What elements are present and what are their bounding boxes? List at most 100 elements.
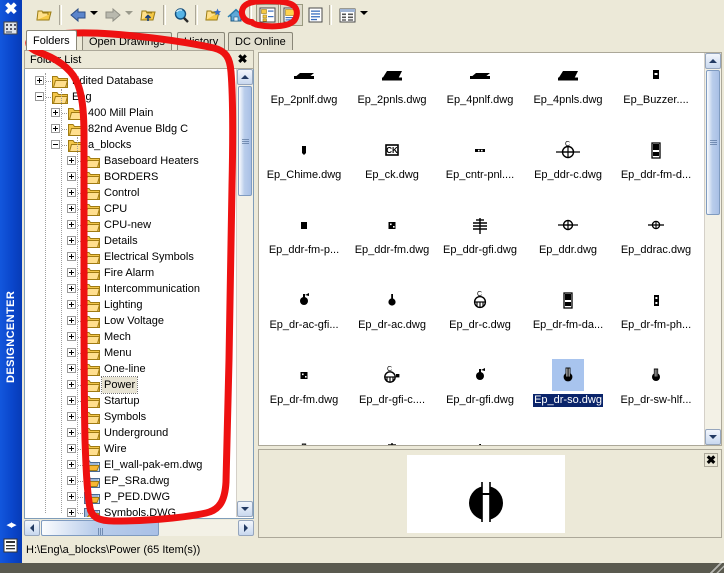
tree-item[interactable]: Low Voltage xyxy=(25,313,237,329)
file-list-item-partial[interactable] xyxy=(613,434,699,445)
tree-vertical-scrollbar[interactable] xyxy=(236,69,253,517)
expand-icon[interactable] xyxy=(67,268,76,277)
tree-item[interactable]: Control xyxy=(25,185,237,201)
file-list-item[interactable]: C Ep_dr-gfi-c.... xyxy=(349,359,435,407)
expand-icon[interactable] xyxy=(35,76,44,85)
tab-dc-online[interactable]: DC Online xyxy=(228,32,293,50)
expand-icon[interactable] xyxy=(67,444,76,453)
tree-scroll-up-button[interactable] xyxy=(237,69,253,85)
up-button[interactable] xyxy=(136,4,159,26)
tree-horizontal-scrollbar[interactable] xyxy=(24,520,254,536)
favorites-button[interactable] xyxy=(202,4,225,26)
back-dropdown-arrow-icon[interactable] xyxy=(90,11,98,19)
tree-item[interactable]: Eng xyxy=(25,89,237,105)
tree-item[interactable]: Startup xyxy=(25,393,237,409)
tree-item[interactable]: One-line xyxy=(25,361,237,377)
file-list-item-partial[interactable] xyxy=(261,434,347,445)
content-file-list[interactable]: Ep_2pnlf.dwg Ep_2pnls.dwg Ep_4pnlf.dwg Ep_4… xyxy=(258,52,722,446)
tree-item[interactable]: 82nd Avenue Bldg C xyxy=(25,121,237,137)
expand-icon[interactable] xyxy=(67,492,76,501)
expand-icon[interactable] xyxy=(67,172,76,181)
file-list-item[interactable]: Ep_dr-sw-hlf... xyxy=(613,359,699,407)
close-icon[interactable]: ✖ xyxy=(2,1,20,19)
expand-icon[interactable] xyxy=(51,108,60,117)
preview-toggle[interactable] xyxy=(280,4,303,26)
file-list-item[interactable]: Ep_dr-ac.dwg xyxy=(349,284,435,332)
expand-icon[interactable] xyxy=(67,348,76,357)
file-list-item[interactable]: Ep_dr-ac-gfi... xyxy=(261,284,347,332)
file-list-item[interactable]: Ep_ddr-gfi.dwg xyxy=(437,209,523,257)
tab-open-drawings[interactable]: Open Drawings xyxy=(82,32,172,50)
tree-item[interactable]: Mech xyxy=(25,329,237,345)
tree-scrollbar-thumb[interactable] xyxy=(238,86,252,196)
tree-item[interactable]: Lighting xyxy=(25,297,237,313)
properties-icon[interactable] xyxy=(3,538,19,554)
content-vertical-scrollbar[interactable] xyxy=(704,53,721,445)
file-list-item[interactable]: Ep_4pnls.dwg xyxy=(525,59,611,107)
resize-grip-icon[interactable] xyxy=(710,561,724,573)
tree-item[interactable]: CPU xyxy=(25,201,237,217)
expand-icon[interactable] xyxy=(67,300,76,309)
folder-tree[interactable]: Edited Database Eng 400 Mill Plain 82nd Ave… xyxy=(24,69,254,519)
file-list-item[interactable]: Ep_2pnlf.dwg xyxy=(261,59,347,107)
close-icon[interactable]: ✖ xyxy=(236,53,249,66)
expand-icon[interactable] xyxy=(67,220,76,229)
content-scrollbar-thumb[interactable] xyxy=(706,70,720,215)
file-list-item[interactable]: Ep_4pnlf.dwg xyxy=(437,59,523,107)
file-list-item[interactable]: Ep_Buzzer.... xyxy=(613,59,699,107)
auto-hide-arrows-icon[interactable]: ◂▸ xyxy=(3,519,19,533)
tree-item[interactable]: Underground xyxy=(25,425,237,441)
tree-item[interactable]: Details xyxy=(25,233,237,249)
expand-icon[interactable] xyxy=(67,460,76,469)
load-button[interactable] xyxy=(32,4,55,26)
expand-icon[interactable] xyxy=(67,428,76,437)
back-button[interactable] xyxy=(66,4,89,26)
tree-scroll-right-button[interactable] xyxy=(238,520,254,536)
description-toggle[interactable] xyxy=(304,4,327,26)
forward-button[interactable] xyxy=(101,4,124,26)
tree-item[interactable]: EP_SRa.dwg xyxy=(25,473,237,489)
file-list-item[interactable]: Ep_dr-fm-ph... xyxy=(613,284,699,332)
tree-item[interactable]: Fire Alarm xyxy=(25,265,237,281)
tree-item[interactable]: P_PED.DWG xyxy=(25,489,237,505)
tree-scroll-down-button[interactable] xyxy=(237,501,253,517)
expand-icon[interactable] xyxy=(67,364,76,373)
file-list-item[interactable]: C Ep_dr-c.dwg xyxy=(437,284,523,332)
file-list-item[interactable]: Ep_ddr-fm-d... xyxy=(613,134,699,182)
tree-item[interactable]: Symbols xyxy=(25,409,237,425)
file-list-item[interactable]: Ep_ddr.dwg xyxy=(525,209,611,257)
home-button[interactable] xyxy=(225,4,248,26)
expand-icon[interactable] xyxy=(67,380,76,389)
tree-item[interactable]: Edited Database xyxy=(25,73,237,89)
tree-item[interactable]: 400 Mill Plain xyxy=(25,105,237,121)
expand-icon[interactable] xyxy=(67,316,76,325)
expand-icon[interactable] xyxy=(67,412,76,421)
views-button[interactable] xyxy=(336,4,359,26)
content-scroll-down-button[interactable] xyxy=(705,429,721,445)
file-list-item[interactable]: Ep_dr-fm.dwg xyxy=(261,359,347,407)
file-list-item[interactable]: Ep_ddrac.dwg xyxy=(613,209,699,257)
expand-icon[interactable] xyxy=(67,332,76,341)
tree-item[interactable]: CPU-new xyxy=(25,217,237,233)
collapse-icon[interactable] xyxy=(35,92,44,101)
file-list-item[interactable]: Ep_dr-fm-da... xyxy=(525,284,611,332)
expand-icon[interactable] xyxy=(67,508,76,517)
file-list-item[interactable]: C Ep_ddr-c.dwg xyxy=(525,134,611,182)
expand-icon[interactable] xyxy=(67,188,76,197)
file-list-item[interactable]: Ep_dr-so.dwg xyxy=(525,359,611,407)
file-list-item-partial[interactable] xyxy=(437,434,523,445)
file-list-item[interactable]: Ep_ddr-fm.dwg xyxy=(349,209,435,257)
expand-icon[interactable] xyxy=(67,236,76,245)
tree-item[interactable]: El_wall-pak-em.dwg xyxy=(25,457,237,473)
file-list-item[interactable]: CK Ep_ck.dwg xyxy=(349,134,435,182)
expand-icon[interactable] xyxy=(67,252,76,261)
file-list-item[interactable]: Ep_Chime.dwg xyxy=(261,134,347,182)
expand-icon[interactable] xyxy=(67,156,76,165)
expand-icon[interactable] xyxy=(67,204,76,213)
tree-item[interactable]: a_blocks xyxy=(25,137,237,153)
tree-hscrollbar-thumb[interactable] xyxy=(41,520,159,536)
tree-scroll-left-button[interactable] xyxy=(24,520,40,536)
tree-view-toggle[interactable] xyxy=(256,4,279,26)
tree-item[interactable]: BORDERS xyxy=(25,169,237,185)
tab-history[interactable]: History xyxy=(177,32,226,50)
